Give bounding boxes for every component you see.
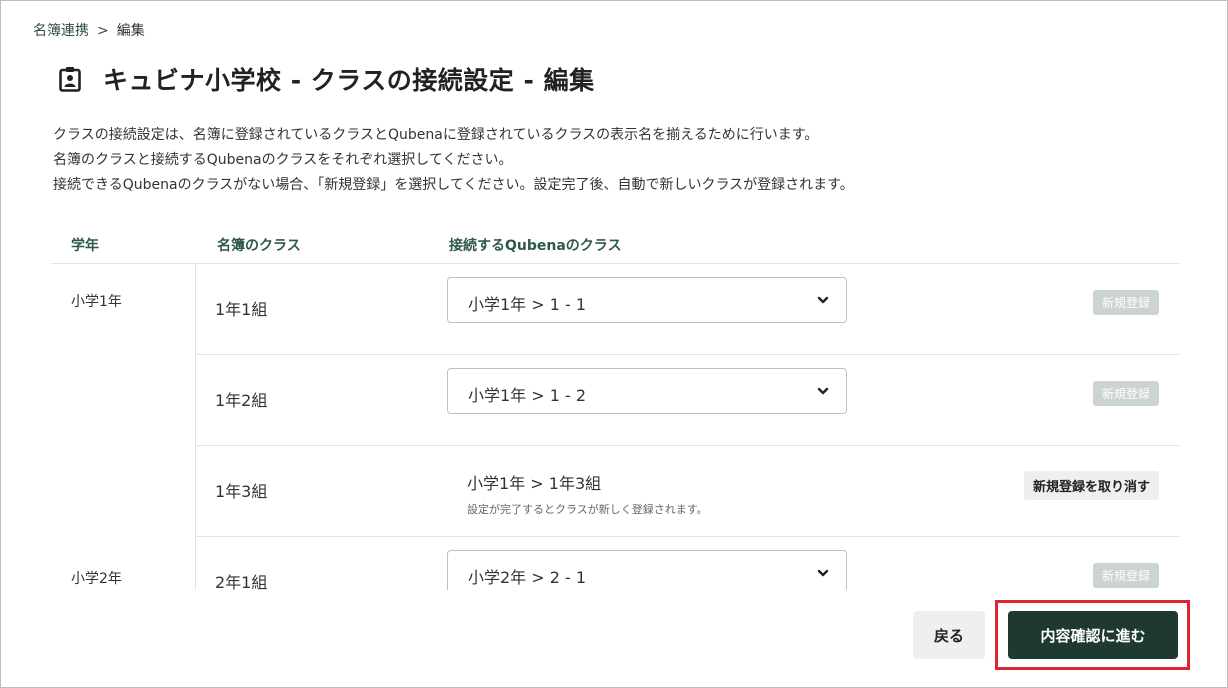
title-row: キュビナ小学校 - クラスの接続設定 - 編集: [59, 61, 595, 97]
column-divider: [195, 537, 196, 590]
new-registration-button[interactable]: 新規登録: [1092, 290, 1159, 315]
back-button[interactable]: 戻る: [913, 611, 985, 659]
qubena-class-new: 小学1年 > 1年3組: [467, 474, 602, 493]
breadcrumb-separator: >: [97, 23, 109, 39]
chevron-down-icon: [817, 569, 829, 577]
table-row: 1年1組 小学1年 > 1 - 1 新規登録: [195, 264, 1179, 355]
header-grade: 学年: [71, 238, 99, 254]
qubena-class-select[interactable]: 小学2年 > 2 - 1: [447, 550, 847, 590]
select-value: 小学2年 > 2 - 1: [468, 568, 587, 587]
breadcrumb: 名簿連携 > 編集: [33, 20, 145, 40]
chevron-down-icon: [817, 296, 829, 304]
meibo-class-name: 1年1組: [215, 300, 268, 319]
chevron-down-icon: [817, 387, 829, 395]
description-line: クラスの接続設定は、名簿に登録されているクラスとQubenaに登録されているクラ…: [53, 127, 819, 143]
table-row: 1年3組 小学1年 > 1年3組 設定が完了するとクラスが新しく登録されます。 …: [195, 446, 1179, 537]
select-value: 小学1年 > 1 - 2: [468, 386, 587, 405]
table-row: 1年2組 小学1年 > 1 - 2 新規登録: [195, 355, 1179, 446]
qubena-class-select[interactable]: 小学1年 > 1 - 1: [447, 277, 847, 323]
breadcrumb-link-meibo[interactable]: 名簿連携: [33, 23, 89, 39]
page-title: キュビナ小学校 - クラスの接続設定 - 編集: [103, 66, 595, 95]
qubena-class-select[interactable]: 小学1年 > 1 - 2: [447, 368, 847, 414]
header-meibo-class: 名簿のクラス: [217, 238, 301, 254]
id-badge-icon: [59, 66, 81, 92]
description: クラスの接続設定は、名簿に登録されているクラスとQubenaに登録されているクラ…: [53, 123, 854, 198]
new-registration-button[interactable]: 新規登録: [1092, 563, 1159, 588]
app-frame: 名簿連携 > 編集 キュビナ小学校 - クラスの接続設定 - 編集 クラスの接続設定…: [0, 0, 1228, 688]
grade-label: 小学1年: [71, 294, 122, 310]
grade-label: 小学2年: [71, 571, 122, 587]
description-line: 名簿のクラスと接続するQubenaのクラスをそれぞれ選択してください。: [53, 152, 513, 168]
header-qubena-class: 接続するQubenaのクラス: [449, 238, 622, 254]
table-header: 学年 名簿のクラス 接続するQubenaのクラス: [51, 235, 1179, 264]
meibo-class-name: 2年1組: [215, 573, 268, 590]
select-value: 小学1年 > 1 - 1: [468, 295, 587, 314]
meibo-class-name: 1年2組: [215, 391, 268, 410]
class-table: 小学1年 1年1組 小学1年 > 1 - 1 新規登録 1年2組 小学1年 > …: [51, 264, 1179, 590]
registration-note: 設定が完了するとクラスが新しく登録されます。: [467, 503, 708, 516]
cancel-registration-button[interactable]: 新規登録を取り消す: [1023, 471, 1159, 500]
meibo-class-name: 1年3組: [215, 482, 268, 501]
new-registration-button[interactable]: 新規登録: [1092, 381, 1159, 406]
breadcrumb-current: 編集: [116, 23, 145, 39]
description-line: 接続できるQubenaのクラスがない場合、「新規登録」を選択してください。設定完…: [53, 177, 854, 193]
table-row: 小学2年 2年1組 小学2年 > 2 - 1 新規登録: [51, 537, 1179, 590]
proceed-to-confirm-button[interactable]: 内容確認に進む: [1008, 611, 1178, 659]
